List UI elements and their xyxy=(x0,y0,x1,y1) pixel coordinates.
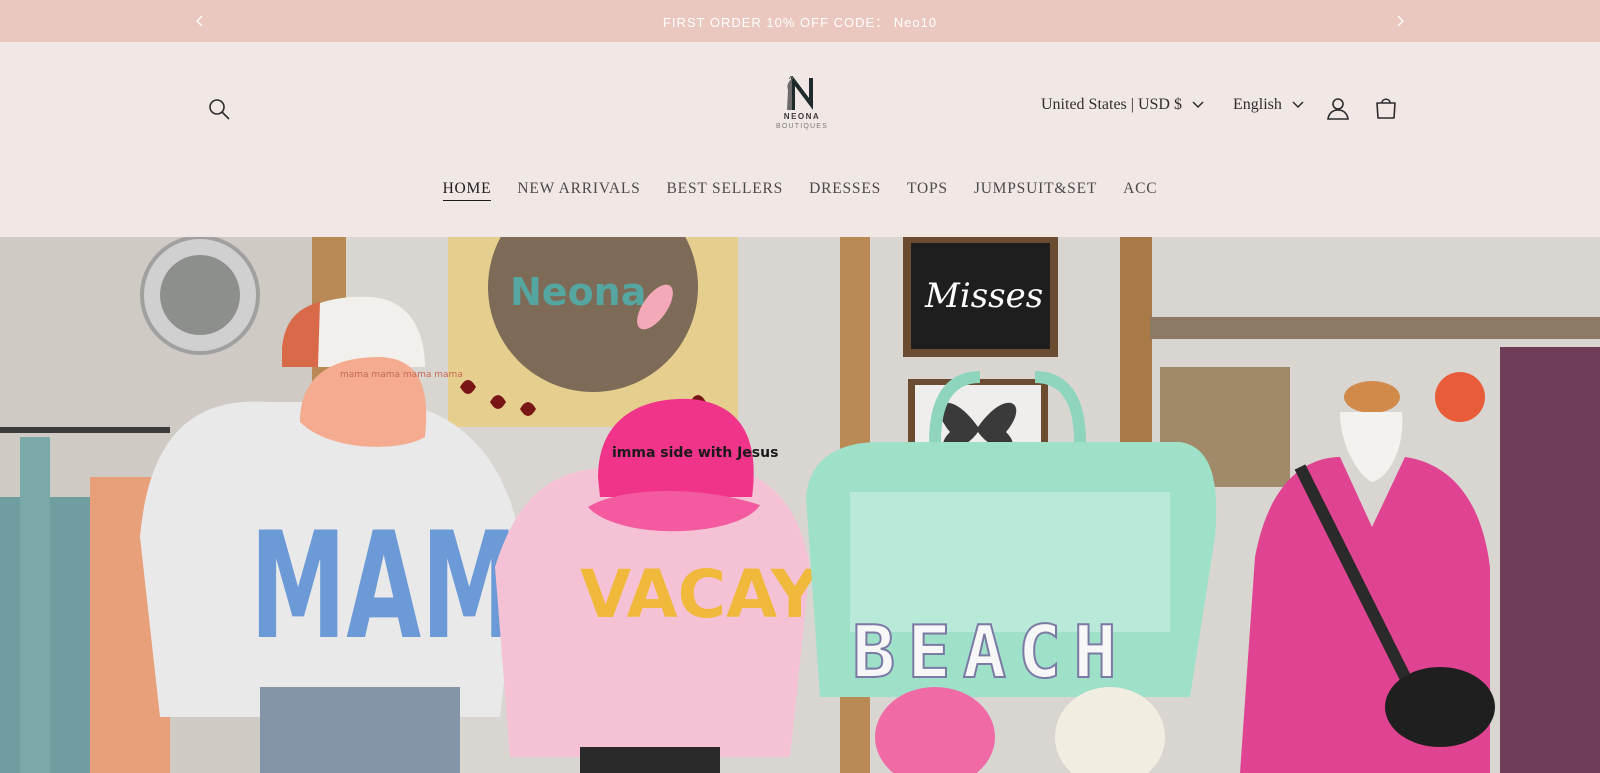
logo-subtitle: BOUTIQUES xyxy=(775,123,829,130)
bag-text: BEACH xyxy=(852,610,1129,694)
site-header: NEONA BOUTIQUES United States | USD $ En… xyxy=(0,42,1600,237)
nav-item-tops[interactable]: TOPS xyxy=(907,180,948,201)
search-icon xyxy=(209,99,230,120)
cap-left-text: mama mama mama mama xyxy=(340,370,463,380)
logo-mark-icon xyxy=(787,76,813,110)
country-selector[interactable]: United States | USD $ xyxy=(1041,96,1204,114)
chevron-down-icon xyxy=(1292,101,1304,109)
hero-photo: Neona Misses MAMA mama mama mama mama VA… xyxy=(0,237,1600,773)
sign-store-text: Neona xyxy=(510,270,646,314)
hero-banner-image[interactable]: Neona Misses MAMA mama mama mama mama VA… xyxy=(0,237,1600,773)
account-button[interactable] xyxy=(1322,92,1354,124)
chevron-right-icon xyxy=(1397,15,1404,27)
nav-item-home[interactable]: HOME xyxy=(442,180,492,201)
logo-name: NEONA xyxy=(783,112,821,121)
nav-item-dresses[interactable]: DRESSES xyxy=(809,180,881,201)
language-selector-label: English xyxy=(1233,96,1282,113)
cart-button[interactable] xyxy=(1370,92,1402,124)
cap-middle-text: imma side with Jesus xyxy=(612,445,778,461)
announcement-bar: FIRST ORDER 10% OFF CODE： Neo10 xyxy=(0,0,1600,42)
shirt-middle-text: VACAY xyxy=(580,556,820,633)
sign-chalkboard-text: Misses xyxy=(924,276,1043,316)
store-logo[interactable]: NEONA BOUTIQUES xyxy=(766,76,838,142)
nav-item-new-arrivals[interactable]: NEW ARRIVALS xyxy=(517,180,640,201)
nav-item-acc[interactable]: ACC xyxy=(1123,180,1157,201)
announcement-next-button[interactable] xyxy=(1388,10,1412,32)
announcement-text: FIRST ORDER 10% OFF CODE： Neo10 xyxy=(662,15,938,30)
nav-item-jumpsuit-set[interactable]: JUMPSUIT&SET xyxy=(974,180,1097,201)
nav-item-best-sellers[interactable]: BEST SELLERS xyxy=(667,180,784,201)
chevron-down-icon xyxy=(1192,101,1204,109)
country-selector-label: United States | USD $ xyxy=(1041,96,1182,113)
search-button[interactable] xyxy=(204,94,234,124)
account-icon xyxy=(1327,98,1349,120)
language-selector[interactable]: English xyxy=(1233,96,1304,114)
main-navigation: HOME NEW ARRIVALS BEST SELLERS DRESSES T… xyxy=(0,180,1600,201)
cart-icon xyxy=(1376,98,1396,119)
